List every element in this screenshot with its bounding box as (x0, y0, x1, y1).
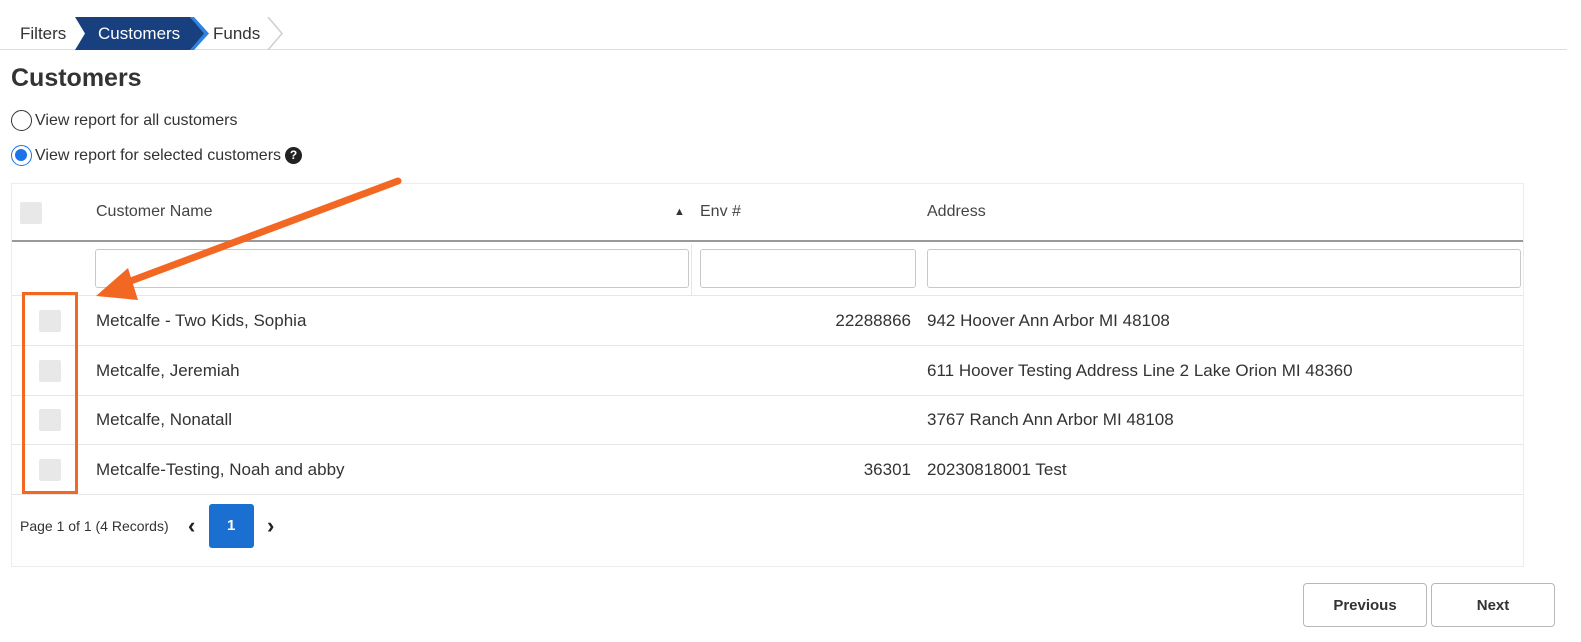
address-cell: 942 Hoover Ann Arbor MI 48108 (927, 311, 1170, 330)
chevron-right-icon[interactable]: › (260, 513, 282, 539)
table-row[interactable]: Metcalfe-Testing, Noah and abby 36301 20… (12, 445, 1523, 495)
previous-button[interactable]: Previous (1303, 583, 1427, 627)
radio-button-checked[interactable] (11, 145, 32, 166)
radio-selected-customers[interactable]: View report for selected customers ? (11, 145, 303, 166)
customer-name-cell: Metcalfe - Two Kids, Sophia (96, 311, 307, 330)
address-filter-input[interactable] (927, 249, 1521, 288)
customers-grid: Customer Name ▲ Env # Address Metcalfe -… (11, 183, 1524, 567)
breadcrumb-step-filters[interactable]: Filters (0, 17, 80, 50)
filter-row (12, 244, 1523, 296)
table-row[interactable]: Metcalfe, Jeremiah 611 Hoover Testing Ad… (12, 346, 1523, 396)
radio-label: View report for selected customers (35, 146, 282, 164)
address-cell: 3767 Ranch Ann Arbor MI 48108 (927, 410, 1174, 429)
column-header-customer-name[interactable]: Customer Name (96, 203, 212, 221)
breadcrumb: Filters Customers Funds (0, 17, 1567, 50)
page-button-current[interactable]: 1 (208, 504, 254, 548)
address-cell: 20230818001 Test (927, 460, 1067, 479)
annotation-highlight-box (22, 292, 78, 494)
pagination-info: Page 1 of 1 (4 Records) (20, 518, 169, 534)
breadcrumb-step-customers[interactable]: Customers (75, 17, 205, 50)
next-button[interactable]: Next (1431, 583, 1555, 627)
env-cell: 22288866 (835, 311, 911, 330)
column-divider (691, 244, 692, 296)
column-header-env[interactable]: Env # (700, 203, 741, 221)
customer-name-cell: Metcalfe, Nonatall (96, 410, 233, 429)
chevron-right-icon (267, 17, 283, 50)
grid-header: Customer Name ▲ Env # Address (12, 184, 1523, 242)
customer-name-cell: Metcalfe-Testing, Noah and abby (96, 460, 345, 479)
table-row[interactable]: Metcalfe - Two Kids, Sophia 22288866 942… (12, 296, 1523, 346)
breadcrumb-step-funds-label: Funds (213, 24, 261, 43)
column-header-address[interactable]: Address (927, 203, 986, 221)
pagination: Page 1 of 1 (4 Records) ‹ 1 › (20, 504, 282, 548)
help-icon[interactable]: ? (285, 147, 303, 164)
radio-label: View report for all customers (35, 111, 238, 129)
radio-all-customers[interactable]: View report for all customers (11, 110, 237, 131)
table-row[interactable]: Metcalfe, Nonatall 3767 Ranch Ann Arbor … (12, 395, 1523, 445)
address-cell: 611 Hoover Testing Address Line 2 Lake O… (927, 361, 1353, 380)
page-title: Customers (11, 64, 142, 92)
select-all-checkbox[interactable] (20, 202, 42, 224)
radio-button[interactable] (11, 110, 32, 131)
customer-name-cell: Metcalfe, Jeremiah (96, 361, 240, 380)
sort-ascending-icon[interactable]: ▲ (674, 206, 685, 218)
customer-name-filter-input[interactable] (95, 249, 689, 288)
env-cell: 36301 (863, 460, 911, 479)
chevron-left-icon[interactable]: ‹ (181, 513, 203, 539)
env-filter-input[interactable] (700, 249, 916, 288)
